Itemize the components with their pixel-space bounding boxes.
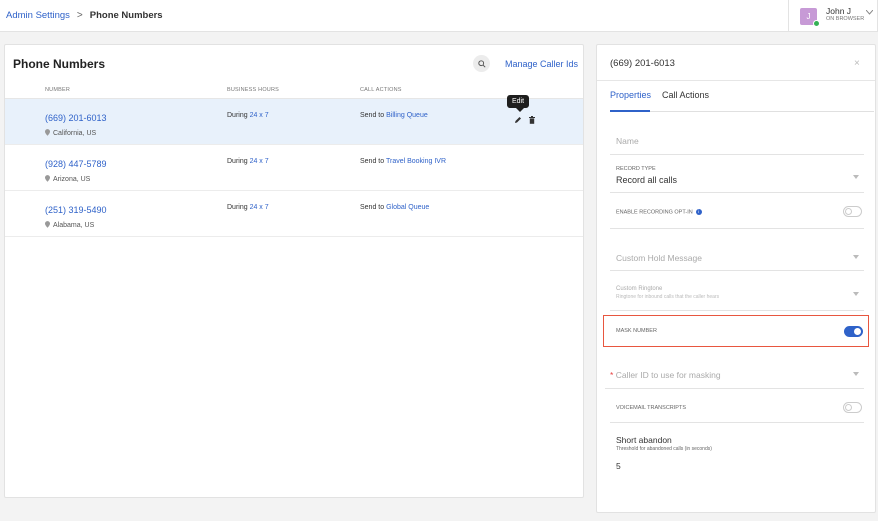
column-header-business-hours: BUSINESS HOURS — [227, 87, 280, 93]
chevron-down-icon — [853, 175, 859, 181]
map-pin-icon — [45, 175, 50, 184]
location-text: Arizona, US — [53, 176, 91, 183]
tab-properties[interactable]: Properties — [610, 90, 651, 100]
mask-number-toggle[interactable] — [844, 326, 863, 337]
hours-prefix: During — [227, 158, 248, 165]
caller-id-placeholder: Caller ID to use for masking — [615, 370, 721, 380]
recording-optin-toggle[interactable] — [843, 206, 862, 217]
short-abandon-title: Short abandon — [616, 435, 672, 445]
business-hours: During 24 x 7 — [227, 112, 269, 119]
call-action: Send to Billing Queue — [360, 112, 428, 119]
name-field[interactable]: Name — [610, 125, 864, 155]
mask-number-label: MASK NUMBER — [616, 328, 657, 334]
required-marker: * — [610, 370, 614, 380]
action-link[interactable]: Global Queue — [386, 204, 429, 211]
chevron-down-icon — [853, 292, 859, 298]
edit-tooltip: Edit — [507, 95, 530, 112]
search-icon[interactable] — [473, 55, 490, 72]
short-abandon-field: Short abandon Threshold for abandoned ca… — [610, 427, 864, 483]
call-action: Send to Global Queue — [360, 204, 429, 211]
caller-id-select[interactable]: * Caller ID to use for masking — [605, 359, 864, 389]
action-link[interactable]: Travel Booking IVR — [386, 158, 446, 165]
custom-ringtone-placeholder: Custom Ringtone — [616, 286, 663, 292]
custom-hold-message-select[interactable]: Custom Hold Message — [610, 239, 864, 271]
panel-title: Phone Numbers — [13, 57, 106, 71]
voicemail-transcripts-toggle[interactable] — [843, 402, 862, 413]
tab-call-actions[interactable]: Call Actions — [662, 90, 709, 100]
phone-number-link[interactable]: (928) 447-5789 — [45, 159, 107, 169]
active-tab-indicator — [610, 110, 650, 112]
chevron-down-icon[interactable] — [865, 9, 874, 17]
recording-optin-text: ENABLE RECORDING OPT-IN — [616, 209, 693, 216]
table-row[interactable]: (928) 447-5789 Arizona, US During 24 x 7… — [5, 145, 583, 191]
info-icon[interactable]: i — [695, 209, 702, 215]
action-prefix: Send to — [360, 112, 385, 119]
column-header-call-actions: CALL ACTIONS — [360, 87, 402, 93]
location-text: California, US — [53, 130, 97, 137]
call-action: Send to Travel Booking IVR — [360, 158, 446, 165]
short-abandon-input[interactable]: 5 — [616, 461, 621, 471]
chevron-down-icon — [853, 255, 859, 261]
record-type-select[interactable]: RECORD TYPE Record all calls — [610, 157, 864, 193]
business-hours: During 24 x 7 — [227, 158, 269, 165]
hours-link[interactable]: 24 x 7 — [250, 112, 269, 119]
recording-optin-row: ENABLE RECORDING OPT-IN i — [610, 195, 864, 229]
breadcrumb: Admin Settings > Phone Numbers — [6, 10, 163, 21]
close-icon[interactable]: × — [854, 58, 860, 69]
hours-link[interactable]: 24 x 7 — [250, 158, 269, 165]
breadcrumb-separator: > — [76, 10, 83, 21]
online-status-dot — [813, 20, 820, 27]
title-divider — [597, 80, 875, 81]
action-prefix: Send to — [360, 158, 385, 165]
voicemail-transcripts-row: VOICEMAIL TRANSCRIPTS — [610, 393, 864, 423]
action-prefix: Send to — [360, 204, 385, 211]
user-status: ON BROWSER — [826, 16, 865, 22]
recording-optin-label: ENABLE RECORDING OPT-IN i — [616, 209, 702, 215]
table-row[interactable]: (669) 201-6013 California, US During 24 … — [5, 95, 583, 145]
user-name: John J — [826, 6, 852, 16]
record-type-value: Record all calls — [616, 175, 678, 185]
chevron-down-icon — [853, 372, 859, 378]
table-row[interactable]: (251) 319-5490 Alabama, US During 24 x 7… — [5, 191, 583, 237]
business-hours: During 24 x 7 — [227, 204, 269, 211]
manage-caller-ids-link[interactable]: Manage Caller Ids — [505, 59, 578, 69]
location: Arizona, US — [45, 175, 90, 184]
location-text: Alabama, US — [53, 222, 95, 229]
map-pin-icon — [45, 129, 50, 138]
hours-prefix: During — [227, 204, 248, 211]
hours-prefix: During — [227, 112, 248, 119]
phone-number-link[interactable]: (251) 319-5490 — [45, 205, 107, 215]
custom-ringtone-help: Ringtone for inbound calls that the call… — [616, 294, 720, 300]
custom-hold-placeholder: Custom Hold Message — [616, 253, 702, 263]
voicemail-transcripts-label: VOICEMAIL TRANSCRIPTS — [616, 405, 686, 411]
caller-id-label: * Caller ID to use for masking — [610, 370, 721, 380]
number-details-panel: (669) 201-6013 × Properties Call Actions… — [596, 44, 876, 513]
breadcrumb-current: Phone Numbers — [89, 10, 163, 21]
location: California, US — [45, 129, 96, 138]
top-bar: Admin Settings > Phone Numbers J John J … — [0, 0, 878, 32]
location: Alabama, US — [45, 221, 94, 230]
name-placeholder: Name — [616, 136, 639, 146]
action-link[interactable]: Billing Queue — [386, 112, 428, 119]
trash-icon[interactable] — [529, 115, 535, 127]
hours-link[interactable]: 24 x 7 — [250, 204, 269, 211]
details-title: (669) 201-6013 — [610, 58, 675, 69]
phone-number-link[interactable]: (669) 201-6013 — [45, 113, 107, 123]
column-header-number: NUMBER — [45, 87, 71, 93]
user-menu[interactable]: J John J ON BROWSER — [788, 0, 878, 32]
record-type-label: RECORD TYPE — [616, 166, 656, 172]
pencil-icon[interactable] — [514, 115, 522, 127]
mask-number-row: MASK NUMBER — [603, 315, 869, 347]
map-pin-icon — [45, 221, 50, 230]
short-abandon-help: Threshold for abandoned calls (in second… — [616, 446, 712, 452]
phone-numbers-panel: Phone Numbers Manage Caller Ids NUMBER B… — [4, 44, 584, 498]
custom-ringtone-select[interactable]: Custom Ringtone Ringtone for inbound cal… — [610, 277, 864, 311]
breadcrumb-admin-settings[interactable]: Admin Settings — [6, 10, 70, 21]
